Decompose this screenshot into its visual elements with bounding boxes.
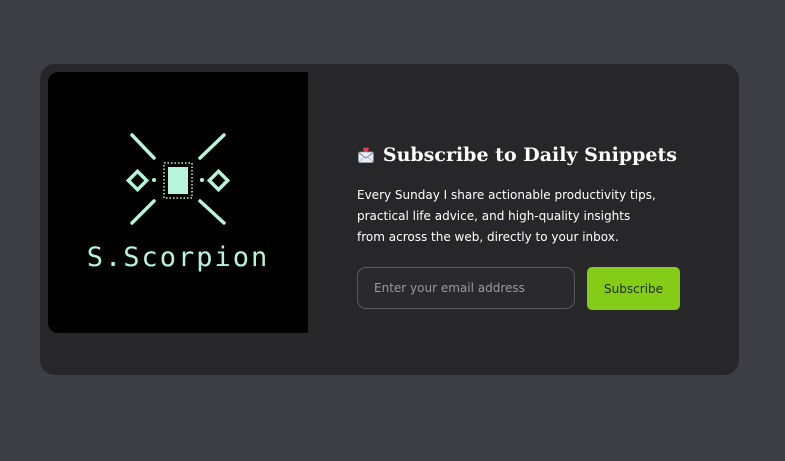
subscribe-form: Subscribe bbox=[357, 267, 680, 310]
newsletter-card: S.Scorpion Subscribe to Daily Snippets E… bbox=[40, 64, 739, 375]
newsletter-content: Subscribe to Daily Snippets Every Sunday… bbox=[357, 142, 677, 248]
brand-name: S.Scorpion bbox=[86, 242, 270, 273]
newsletter-description: Every Sunday I share actionable producti… bbox=[357, 188, 656, 244]
chip-logo-icon bbox=[125, 133, 231, 225]
logo-panel: S.Scorpion bbox=[48, 72, 308, 333]
envelope-with-heart-icon bbox=[358, 147, 374, 163]
email-input[interactable] bbox=[357, 267, 575, 309]
subscribe-button[interactable]: Subscribe bbox=[587, 267, 680, 310]
newsletter-title: Subscribe to Daily Snippets bbox=[382, 144, 677, 166]
newsletter-heading: Subscribe to Daily Snippets bbox=[357, 142, 677, 168]
